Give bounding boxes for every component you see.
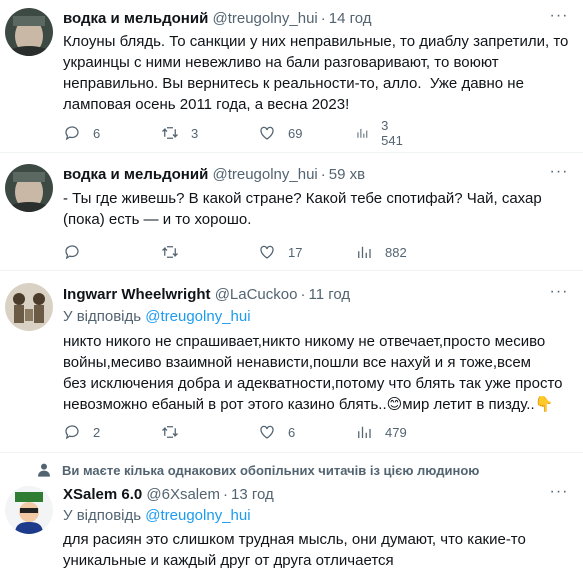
timestamp[interactable]: 11 год: [308, 286, 350, 303]
reply-icon: [65, 126, 79, 141]
like-button[interactable]: 6: [258, 422, 295, 442]
author-name[interactable]: водка и мельдоний: [63, 166, 208, 183]
author-name[interactable]: XSalem 6.0: [63, 486, 142, 503]
view-count: 3 541: [381, 118, 403, 148]
views-chart-icon: [357, 128, 368, 138]
timestamp[interactable]: 13 год: [231, 486, 274, 503]
separator-dot: ·: [222, 486, 228, 503]
reply-context: У відповідь @treugolny_hui: [63, 307, 251, 327]
tweet[interactable]: водка и мельдоний @treugolny_hui · 59 хв ·…: [0, 153, 583, 263]
retweet-icon: [162, 246, 178, 258]
author-handle[interactable]: @LaCuckoo: [215, 286, 298, 303]
retweet-count: 3: [191, 125, 199, 141]
reply-count: 6: [93, 125, 101, 141]
reply-button[interactable]: 6: [63, 123, 100, 143]
views-button[interactable]: 882: [355, 242, 407, 262]
separator-dot: ·: [320, 166, 326, 183]
avatar[interactable]: [5, 486, 53, 534]
reply-context: У відповідь @treugolny_hui: [63, 506, 251, 526]
reply-to-link[interactable]: @treugolny_hui: [145, 308, 250, 325]
tweet-text: никто никого не спрашивает,никто никому …: [63, 333, 563, 413]
social-context-text: Ви маєте кілька однакових обопільних чит…: [62, 462, 480, 478]
retweet-button[interactable]: 3: [161, 123, 198, 143]
views-chart-icon: [358, 426, 371, 438]
view-count: 882: [385, 244, 407, 260]
like-count: 17: [288, 244, 303, 260]
reply-button[interactable]: [63, 242, 93, 262]
retweet-icon: [162, 127, 178, 139]
social-context: Ви маєте кілька однакових обопільних чит…: [36, 462, 479, 478]
more-options-icon[interactable]: ···: [548, 164, 570, 185]
heart-icon: [260, 245, 274, 259]
timestamp[interactable]: 14 год: [329, 10, 372, 27]
views-button[interactable]: 3 541: [355, 118, 407, 148]
tweet-header: XSalem 6.0 @6Xsalem · 13 год: [63, 485, 274, 505]
separator-dot: ·: [320, 10, 326, 27]
view-count: 479: [385, 424, 407, 440]
like-count: 69: [288, 125, 303, 141]
heart-icon: [260, 126, 274, 140]
tweet[interactable]: Ви маєте кілька однакових обопільних чит…: [0, 453, 583, 577]
retweet-button[interactable]: [161, 242, 191, 262]
like-button[interactable]: 69: [258, 123, 302, 143]
tweet-header: водка и мельдоний @treugolny_hui · 14 год: [63, 9, 372, 29]
reply-icon: [65, 425, 79, 440]
author-handle[interactable]: @treugolny_hui: [212, 10, 317, 27]
avatar[interactable]: [5, 164, 53, 212]
heart-icon: [260, 425, 274, 439]
views-chart-icon: [358, 246, 371, 258]
more-options-icon[interactable]: ···: [548, 8, 570, 29]
reply-icon: [65, 245, 79, 260]
avatar[interactable]: [5, 283, 53, 331]
author-handle[interactable]: @treugolny_hui: [212, 166, 317, 183]
tweet-text: Клоуны блядь. То санкции у них неправиль…: [63, 33, 569, 113]
like-button[interactable]: 17: [258, 242, 302, 262]
avatar[interactable]: [5, 8, 53, 56]
author-name[interactable]: Ingwarr Wheelwright: [63, 286, 211, 303]
more-options-icon[interactable]: ···: [548, 284, 570, 305]
tweet[interactable]: водка и мельдоний @treugolny_hui · 14 год …: [0, 0, 583, 150]
more-options-icon[interactable]: ···: [548, 484, 570, 505]
reply-count: 2: [93, 424, 101, 440]
author-handle[interactable]: @6Xsalem: [146, 486, 220, 503]
reply-to-link[interactable]: @treugolny_hui: [145, 507, 250, 524]
retweet-button[interactable]: [161, 422, 191, 442]
tweet-text: для расиян это слишком трудная мысль, он…: [63, 531, 526, 569]
tweet-text: - Ты где живешь? В какой стране? Какой т…: [63, 190, 542, 228]
reply-button[interactable]: 2: [63, 422, 100, 442]
reply-prefix: У відповідь: [63, 308, 142, 325]
person-icon: [38, 463, 50, 477]
like-count: 6: [288, 424, 296, 440]
timestamp[interactable]: 59 хв: [329, 166, 365, 183]
tweet[interactable]: Ingwarr Wheelwright @LaCuckoo · 11 год ···…: [0, 271, 583, 451]
tweet-header: водка и мельдоний @treugolny_hui · 59 хв: [63, 165, 365, 185]
views-button[interactable]: 479: [355, 422, 407, 442]
author-name[interactable]: водка и мельдоний: [63, 10, 208, 27]
reply-prefix: У відповідь: [63, 507, 142, 524]
separator-dot: ·: [300, 286, 306, 303]
tweet-header: Ingwarr Wheelwright @LaCuckoo · 11 год: [63, 285, 350, 305]
retweet-icon: [162, 426, 178, 438]
